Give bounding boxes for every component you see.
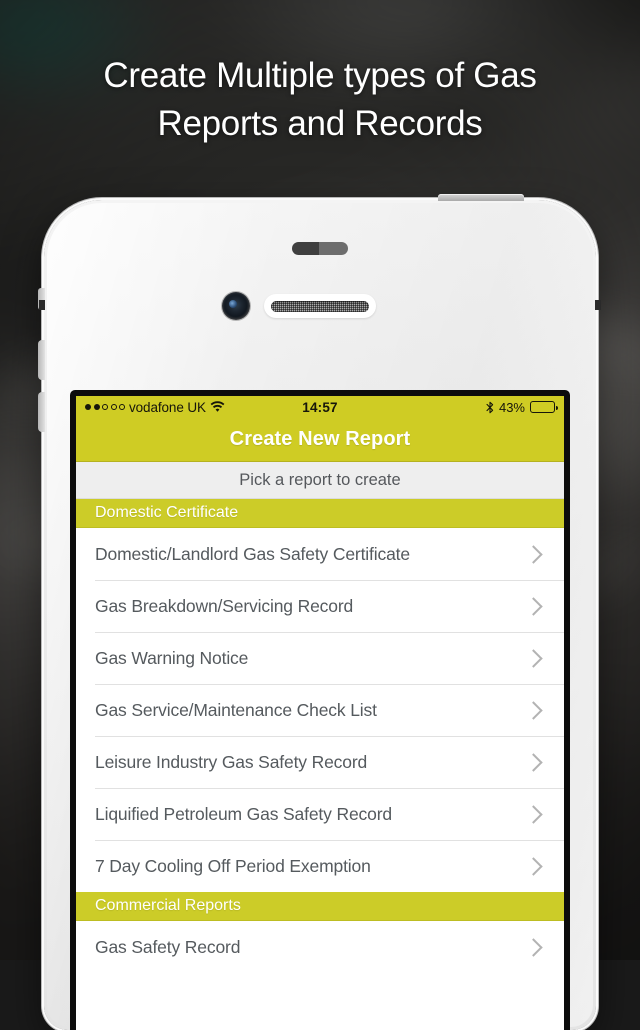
list-section-header: Domestic Certificate (76, 499, 564, 528)
battery-percent-label: 43% (498, 399, 525, 415)
proximity-sensor (292, 242, 348, 255)
instruction-label: Pick a report to create (239, 470, 401, 489)
chevron-right-icon (524, 596, 543, 616)
list-item[interactable]: Gas Service/Maintenance Check List (76, 684, 564, 736)
signal-strength-icon (85, 404, 125, 410)
clock-label: 14:57 (302, 399, 338, 415)
camera-glint (229, 300, 237, 308)
headline-line-1: Create Multiple types of Gas (103, 56, 537, 95)
navigation-bar: Create New Report (76, 418, 564, 462)
status-bar-left: vodafone UK (85, 400, 302, 415)
list-item[interactable]: Gas Safety Record (76, 921, 564, 973)
list-item[interactable]: Gas Warning Notice (76, 632, 564, 684)
screen-bezel: vodafone UK 14:57 43% Create New Report … (70, 390, 570, 1030)
list-item[interactable]: 7 Day Cooling Off Period Exemption (76, 840, 564, 892)
chevron-right-icon (524, 700, 543, 720)
chevron-right-icon (524, 544, 543, 564)
app-screen: vodafone UK 14:57 43% Create New Report … (76, 396, 564, 1030)
list-item-label: Leisure Industry Gas Safety Record (95, 751, 368, 772)
speaker-grille-mesh (271, 300, 369, 312)
list-item[interactable]: Gas Breakdown/Servicing Record (76, 580, 564, 632)
promo-headline: Create Multiple types of Gas Reports and… (0, 52, 640, 148)
list-item-label: Gas Warning Notice (95, 647, 249, 668)
speaker-grille-icon (264, 294, 376, 318)
chevron-right-icon (524, 804, 543, 824)
list-item-label: Domestic/Landlord Gas Safety Certificate (95, 543, 410, 564)
headline-line-2: Reports and Records (157, 104, 483, 143)
instruction-bar: Pick a report to create (76, 462, 564, 499)
status-bar: vodafone UK 14:57 43% (76, 396, 564, 418)
wifi-icon (210, 401, 225, 413)
list-section-header: Commercial Reports (76, 892, 564, 921)
list-item-label: Gas Safety Record (95, 936, 241, 957)
list-item-label: Gas Breakdown/Servicing Record (95, 595, 354, 616)
list-item[interactable]: Domestic/Landlord Gas Safety Certificate (76, 528, 564, 580)
chevron-right-icon (524, 856, 543, 876)
list-item-label: Gas Service/Maintenance Check List (95, 699, 377, 720)
status-bar-right: 43% (338, 399, 559, 415)
chevron-right-icon (524, 937, 543, 957)
list-item[interactable]: Leisure Industry Gas Safety Record (76, 736, 564, 788)
carrier-label: vodafone UK (129, 399, 206, 415)
chevron-right-icon (524, 648, 543, 668)
bluetooth-icon (486, 401, 494, 414)
antenna-band-left (39, 300, 45, 310)
signal-dot (110, 404, 117, 410)
volume-down-button[interactable] (38, 392, 45, 432)
volume-up-button[interactable] (38, 340, 45, 380)
battery-icon (530, 401, 559, 413)
signal-dot (119, 404, 125, 410)
camera-icon (222, 292, 250, 320)
list-item-label: 7 Day Cooling Off Period Exemption (95, 855, 371, 876)
signal-dot (85, 404, 91, 410)
antenna-band-right (595, 300, 601, 310)
phone-mockup: vodafone UK 14:57 43% Create New Report … (38, 194, 601, 1030)
chevron-right-icon (524, 752, 543, 772)
signal-dot (102, 404, 108, 410)
page-title: Create New Report (229, 428, 411, 450)
list-item-label: Liquified Petroleum Gas Safety Record (95, 803, 392, 824)
list-item[interactable]: Liquified Petroleum Gas Safety Record (76, 788, 564, 840)
report-type-list[interactable]: Domestic Certificate Domestic/Landlord Ga… (76, 499, 564, 973)
signal-dot (93, 404, 100, 410)
power-button[interactable] (438, 194, 524, 201)
